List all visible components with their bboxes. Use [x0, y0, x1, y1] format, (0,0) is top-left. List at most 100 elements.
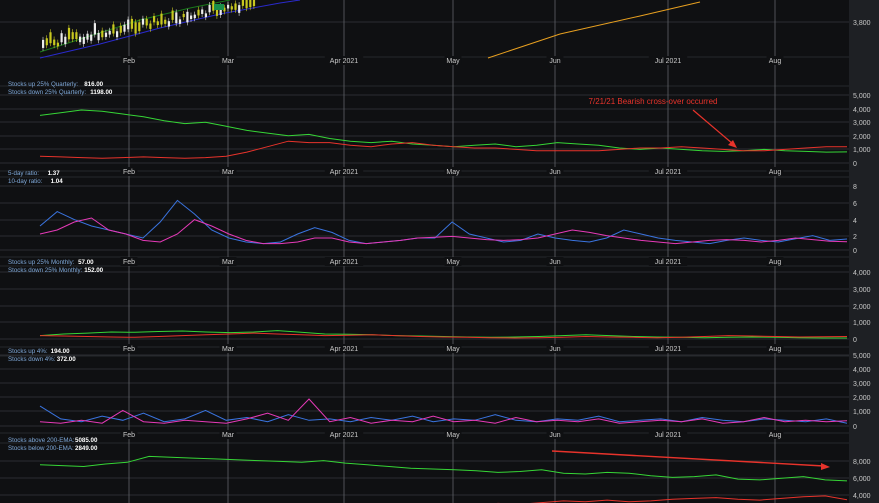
month-label: Mar [222, 259, 235, 266]
candlestick-body [97, 32, 100, 41]
legend-label: Stocks down 25% Monthly: [8, 267, 83, 274]
candlestick-body [164, 19, 167, 24]
legend-value: 1198.00 [90, 89, 113, 96]
legend-entry: Stocks up 25% Quarterly: 816.00 [8, 81, 104, 88]
candlestick-body [186, 11, 189, 23]
candlestick-body-marker [214, 4, 224, 10]
candlestick-body [178, 19, 182, 24]
plot-background [0, 0, 849, 503]
legend-entry: 5-day ratio: 1.37 [8, 170, 60, 177]
candlestick-body [241, 0, 244, 6]
legend-label: Stocks below 200-EMA: [8, 445, 74, 452]
candlestick-body [49, 32, 52, 44]
legend-value: 1.04 [51, 178, 64, 185]
y-axis-tick-label: 8 [853, 184, 857, 191]
y-axis-tick-label: 8,000 [853, 459, 871, 466]
month-label: Aug [769, 432, 782, 439]
month-label: May [446, 432, 460, 439]
candlestick-body [127, 19, 130, 30]
month-label: Mar [222, 346, 235, 353]
month-label: Apr 2021 [330, 58, 359, 65]
candlestick-body [156, 21, 159, 26]
legend-label: Stocks up 4%: [8, 348, 48, 355]
month-label: Apr 2021 [330, 169, 359, 176]
y-axis-tick-label: 4,000 [853, 107, 871, 114]
candlestick-body [167, 21, 170, 27]
y-axis-tick-label: 6 [853, 201, 857, 208]
candlestick-body [138, 22, 141, 32]
month-label: Mar [222, 432, 235, 439]
legend-label: Stocks down 4%: [8, 356, 56, 363]
legend-label: Stocks down 25% Quarterly: [8, 89, 86, 96]
month-label: Jun [549, 169, 560, 176]
candlestick-body [116, 31, 119, 38]
month-label: Feb [123, 259, 135, 266]
legend-value: 152.00 [84, 267, 103, 274]
legend-label: 5-day ratio: [8, 170, 39, 177]
y-axis-tick-label: 2,000 [853, 304, 871, 311]
month-label: May [446, 58, 460, 65]
candlestick-body [60, 33, 63, 43]
month-label: Apr 2021 [330, 346, 359, 353]
legend-value: 1.37 [48, 170, 61, 177]
month-label: Feb [123, 346, 135, 353]
candlestick-body [112, 24, 115, 34]
candlestick-body [64, 36, 67, 45]
month-label: May [446, 346, 460, 353]
candlestick-body [234, 3, 237, 10]
legend-label: Stocks up 25% Quarterly: [8, 81, 78, 88]
month-label: May [446, 169, 460, 176]
month-label: Feb [123, 169, 135, 176]
legend-entry: 10-day ratio: 1.04 [8, 178, 63, 185]
candlestick-body [86, 33, 89, 40]
y-axis-tick-label: 0 [853, 337, 857, 344]
candlestick-body [108, 30, 111, 35]
candlestick-body [190, 15, 193, 19]
y-axis-tick-label: 3,800 [853, 20, 871, 27]
candlestick-body [153, 16, 156, 23]
y-axis-tick-label: 2 [853, 234, 857, 241]
month-label: Jul 2021 [655, 58, 682, 65]
legend-value: 372.00 [57, 356, 76, 363]
y-axis-tick-label: 1,000 [853, 147, 871, 154]
candlestick-body [119, 25, 122, 33]
legend-value: 194.00 [51, 348, 70, 355]
y-axis-tick-label: 3,000 [853, 381, 871, 388]
candlestick-body [79, 36, 82, 43]
candlestick-body [82, 36, 85, 44]
legend-entry: Stocks down 25% Quarterly: 1198.00 [8, 89, 113, 96]
legend-value: 816.00 [84, 81, 103, 88]
month-label: Jul 2021 [655, 346, 682, 353]
y-axis-tick-label: 4,000 [853, 270, 871, 277]
month-label: Mar [222, 169, 235, 176]
candlestick-body [93, 23, 96, 35]
market-breadth-chart: 3,800 5,000 4,000 3,000 2,000 1,000 0 8 6 4 2 0 4,00… [0, 0, 879, 503]
y-axis-tick-label: 5,000 [853, 353, 871, 360]
month-label: Jul 2021 [655, 259, 682, 266]
y-axis-tick-label: 4 [853, 218, 857, 225]
month-label: Feb [123, 432, 135, 439]
y-axis-tick-label: 2,000 [853, 395, 871, 402]
y-axis-tick-label: 0 [853, 248, 857, 255]
month-label: Apr 2021 [330, 259, 359, 266]
candlestick-body [204, 13, 207, 18]
month-label: Jul 2021 [655, 169, 682, 176]
month-label: Jul 2021 [655, 432, 682, 439]
y-axis-tick-label: 4,000 [853, 367, 871, 374]
candlestick-body [182, 13, 185, 18]
month-label: Jun [549, 432, 560, 439]
legend-label: 10-day ratio: [8, 178, 43, 185]
candlestick-body [42, 39, 45, 48]
candlestick-body [197, 9, 200, 16]
candlestick-body [193, 14, 196, 19]
candlestick-body [175, 12, 178, 24]
candlestick-body [249, 0, 252, 8]
candlestick-body [215, 9, 219, 16]
candlestick-body [45, 38, 48, 46]
candlestick-body [104, 32, 108, 37]
candlestick-body [227, 4, 230, 9]
legend-entry: Stocks below 200-EMA: 2849.00 [8, 445, 98, 452]
candlestick-body [101, 30, 104, 38]
month-label: Aug [769, 346, 782, 353]
y-axis-tick-label: 6,000 [853, 476, 871, 483]
